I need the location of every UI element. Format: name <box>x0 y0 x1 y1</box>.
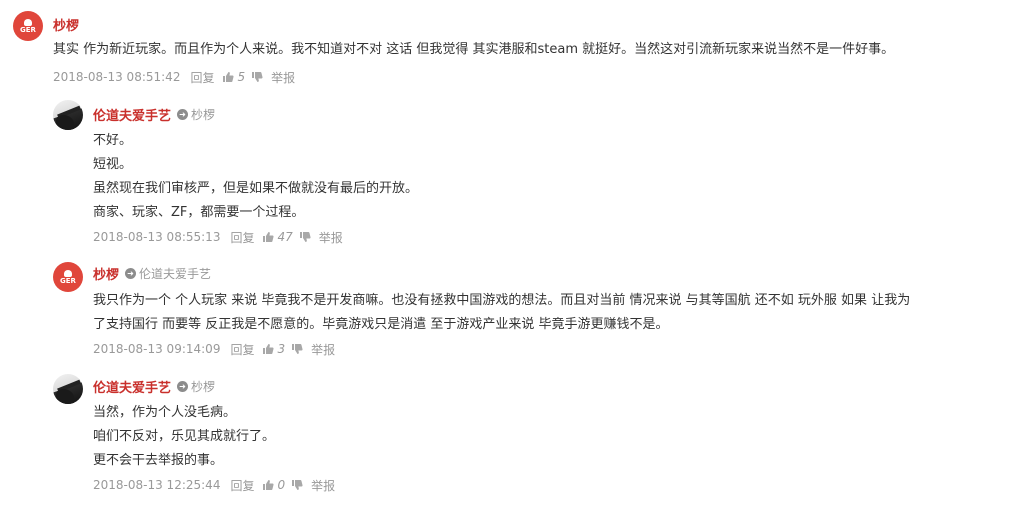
thumbs-up-icon <box>263 232 275 242</box>
reply-to-username: 杪椤 <box>191 107 216 122</box>
timestamp: 2018-08-13 09:14:09 <box>93 342 221 356</box>
like-count: 3 <box>277 342 286 356</box>
reply-to-username: 杪椤 <box>191 379 216 394</box>
reply-arrow-icon: ➜ <box>177 108 189 120</box>
like-button[interactable]: 47 <box>262 230 293 244</box>
like-button[interactable]: 0 <box>262 478 285 492</box>
timestamp: 2018-08-13 12:25:44 <box>93 478 221 492</box>
report-button[interactable]: 举报 <box>271 69 295 86</box>
reply-to-username: 伦道夫爱手艺 <box>139 266 212 281</box>
reply-arrow-icon: ➜ <box>125 267 137 279</box>
comment-line: 更不会干去举报的事。 <box>93 453 224 468</box>
thumbs-down-icon <box>292 480 303 490</box>
comment-body: 其实 作为新近玩家。而且作为个人来说。我不知道对不对 这话 但我觉得 其实港服和… <box>53 38 894 62</box>
comment-line: 其实 作为新近玩家。而且作为个人来说。我不知道对不对 这话 但我觉得 其实港服和… <box>53 42 895 57</box>
thumbs-down-icon <box>292 344 303 354</box>
thumbs-up-icon <box>263 480 275 490</box>
reply-button[interactable]: 回复 <box>230 477 254 494</box>
username-link[interactable]: 伦道夫爱手艺 <box>93 377 171 396</box>
comment-line: 咱们不反对，乐见其成就行了。 <box>93 429 276 444</box>
comment-line: 当然，作为个人没毛病。 <box>93 405 237 420</box>
like-count: 0 <box>277 478 286 492</box>
username-link[interactable]: 杪椤 <box>93 264 119 283</box>
dislike-button[interactable] <box>251 71 263 83</box>
person-icon <box>64 269 72 277</box>
comment-meta: 2018-08-13 09:14:09 回复 3 举报 <box>93 341 335 357</box>
timestamp: 2018-08-13 08:55:13 <box>93 230 221 244</box>
like-count: 5 <box>237 70 246 84</box>
reply-button[interactable]: 回复 <box>230 229 254 246</box>
reply-button[interactable]: 回复 <box>190 69 214 86</box>
reply-to[interactable]: ➜ 杪椤 <box>177 378 215 395</box>
username-link[interactable]: 伦道夫爱手艺 <box>93 105 171 124</box>
thumbs-up-icon <box>223 72 235 82</box>
username-link[interactable]: 杪椤 <box>53 15 79 34</box>
reply-button[interactable]: 回复 <box>230 341 254 358</box>
reply-to[interactable]: ➜ 杪椤 <box>177 106 215 123</box>
comment-line: 商家、玩家、ZF，都需要一个过程。 <box>93 205 305 220</box>
comment-body: 当然，作为个人没毛病。 咱们不反对，乐见其成就行了。 更不会干去举报的事。 <box>93 401 275 473</box>
dislike-button[interactable] <box>291 343 303 355</box>
avatar[interactable]: GER <box>13 11 43 41</box>
comment-meta: 2018-08-13 08:51:42 回复 5 举报 <box>53 69 295 85</box>
avatar[interactable] <box>53 100 83 130</box>
dislike-button[interactable] <box>291 479 303 491</box>
avatar[interactable] <box>53 374 83 404</box>
avatar-label: GER <box>60 276 76 285</box>
reply-arrow-icon: ➜ <box>177 380 189 392</box>
comment-line: 了支持国行 而要等 反正我是不愿意的。毕竟游戏只是消遣 至于游戏产业来说 毕竟手… <box>93 317 669 332</box>
comment-line: 我只作为一个 个人玩家 来说 毕竟我不是开发商嘛。也没有拯救中国游戏的想法。而且… <box>93 293 911 308</box>
report-button[interactable]: 举报 <box>311 477 335 494</box>
comment-line: 不好。 <box>93 133 133 148</box>
thumbs-up-icon <box>263 344 275 354</box>
like-count: 47 <box>277 230 293 244</box>
comment-meta: 2018-08-13 08:55:13 回复 47 举报 <box>93 229 343 245</box>
comment-body: 不好。 短视。 虽然现在我们审核严，但是如果不做就没有最后的开放。 商家、玩家、… <box>93 129 418 225</box>
comment-meta: 2018-08-13 12:25:44 回复 0 举报 <box>93 477 335 493</box>
like-button[interactable]: 3 <box>262 342 285 356</box>
report-button[interactable]: 举报 <box>311 341 335 358</box>
avatar-label: GER <box>20 25 36 34</box>
comment-line: 虽然现在我们审核严，但是如果不做就没有最后的开放。 <box>93 181 419 196</box>
report-button[interactable]: 举报 <box>319 229 343 246</box>
like-button[interactable]: 5 <box>222 70 245 84</box>
comment-line: 短视。 <box>93 157 133 172</box>
dislike-button[interactable] <box>299 231 311 243</box>
comment-body: 我只作为一个 个人玩家 来说 毕竟我不是开发商嘛。也没有拯救中国游戏的想法。而且… <box>93 289 910 337</box>
timestamp: 2018-08-13 08:51:42 <box>53 70 181 84</box>
avatar[interactable]: GER <box>53 262 83 292</box>
thumbs-down-icon <box>299 232 311 242</box>
thumbs-down-icon <box>252 72 263 82</box>
person-icon <box>24 18 32 26</box>
reply-to[interactable]: ➜ 伦道夫爱手艺 <box>125 265 211 282</box>
